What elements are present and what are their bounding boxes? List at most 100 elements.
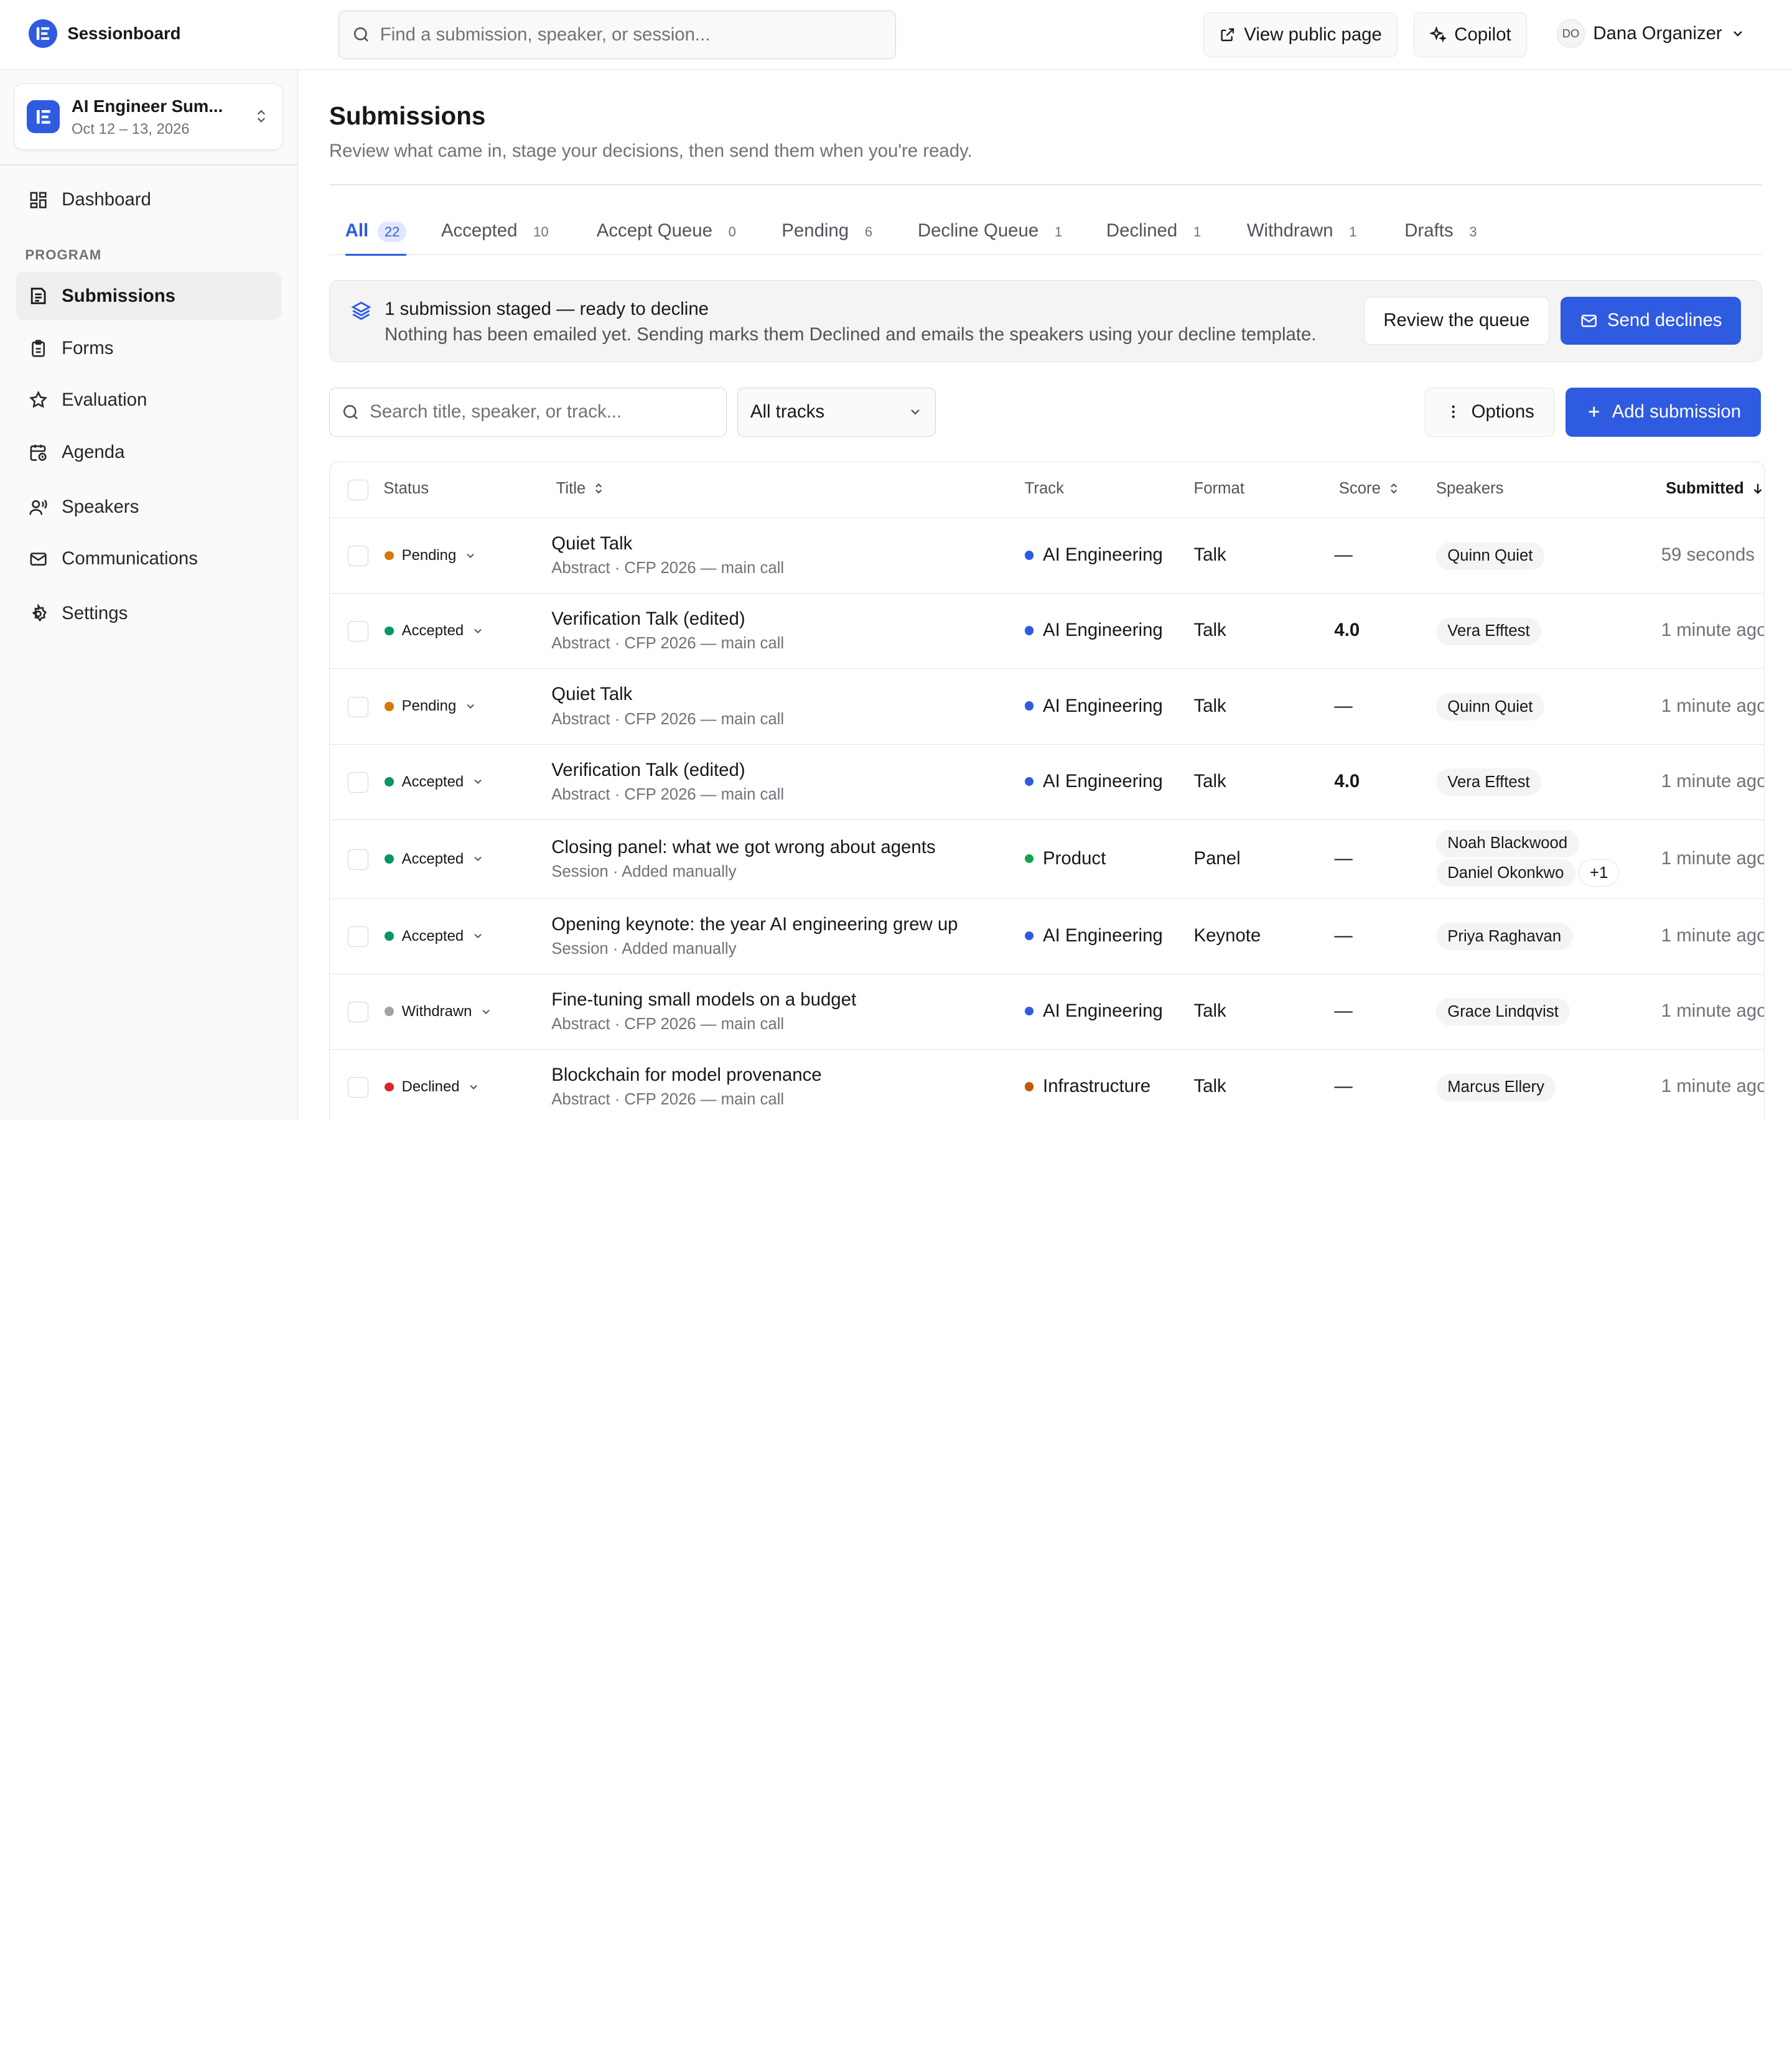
- tab-declined[interactable]: Declined 1: [1106, 209, 1208, 254]
- score-cell: 4.0: [1334, 620, 1360, 641]
- table-row[interactable]: Pending Quiet Talk Abstract · CFP 2026 — m…: [329, 669, 1765, 745]
- score-cell: —: [1334, 1001, 1353, 1022]
- submission-title-link[interactable]: Verification Talk (edited): [551, 609, 745, 630]
- submission-title-link[interactable]: Verification Talk (edited): [551, 760, 745, 781]
- copilot-label: Copilot: [1454, 24, 1511, 45]
- sidebar-item-submissions[interactable]: Submissions: [16, 272, 281, 320]
- row-checkbox[interactable]: [348, 621, 369, 642]
- column-score[interactable]: Score: [1339, 480, 1400, 498]
- sidebar-item-dashboard[interactable]: Dashboard: [16, 176, 281, 224]
- status-label: Declined: [401, 1078, 460, 1095]
- tab-label: Accept Queue: [596, 220, 712, 241]
- status-dot: [385, 551, 394, 561]
- tab-pending[interactable]: Pending 6: [782, 209, 879, 254]
- speaker-chip[interactable]: Marcus Ellery: [1435, 1073, 1556, 1101]
- status-dropdown[interactable]: Withdrawn: [385, 1003, 492, 1020]
- track-filter-select[interactable]: All tracks: [737, 387, 936, 437]
- row-checkbox[interactable]: [348, 849, 369, 870]
- tab-withdrawn[interactable]: Withdrawn 1: [1247, 209, 1364, 254]
- chevron-down-icon: [1733, 31, 1742, 37]
- submission-meta: Session · Added manually: [551, 940, 737, 958]
- tab-accept-queue[interactable]: Accept Queue 0: [597, 209, 743, 254]
- table-row[interactable]: Pending Quiet Talk Abstract · CFP 2026 — m…: [329, 518, 1764, 594]
- select-all-checkbox[interactable]: [348, 479, 369, 500]
- table-row[interactable]: Accepted Closing panel: what we got wrong…: [329, 820, 1764, 899]
- submission-search[interactable]: [329, 387, 727, 437]
- submitted-time: 1 minute ago: [1661, 695, 1765, 716]
- sparkles-icon: [1429, 26, 1447, 43]
- sidebar-item-label: Communications: [62, 548, 198, 569]
- submission-title-link[interactable]: Opening keynote: the year AI engineering…: [551, 914, 958, 935]
- global-search[interactable]: [338, 10, 896, 60]
- speaker-chip[interactable]: Vera Efftest: [1435, 768, 1542, 796]
- column-submitted[interactable]: Submitted: [1666, 480, 1764, 498]
- review-queue-button[interactable]: Review the queue: [1364, 296, 1549, 345]
- table-row[interactable]: Accepted Opening keynote: the year AI eng…: [329, 899, 1764, 974]
- table-row[interactable]: Accepted Verification Talk (edited) Abstra…: [329, 594, 1764, 669]
- sidebar-item-settings[interactable]: Settings: [16, 590, 281, 638]
- brand[interactable]: Sessionboard: [28, 19, 181, 49]
- tab-decline-queue[interactable]: Decline Queue 1: [918, 209, 1069, 254]
- tab-drafts[interactable]: Drafts 3: [1404, 209, 1483, 254]
- status-dropdown[interactable]: Declined: [385, 1078, 480, 1096]
- speaker-chip[interactable]: Noah Blackwood: [1435, 829, 1579, 857]
- event-switcher[interactable]: AI Engineer Sum... Oct 12 – 13, 2026: [14, 83, 284, 150]
- row-checkbox[interactable]: [348, 772, 369, 793]
- send-declines-button[interactable]: Send declines: [1561, 296, 1742, 345]
- row-checkbox[interactable]: [348, 696, 369, 717]
- column-title[interactable]: Title: [556, 480, 605, 498]
- submissions-icon: [30, 287, 46, 304]
- submission-title-link[interactable]: Quiet Talk: [551, 684, 632, 705]
- row-checkbox[interactable]: [348, 1077, 369, 1098]
- top-bar: Sessionboard View public page Copilot DO…: [0, 0, 1792, 70]
- speaker-chip[interactable]: Quinn Quiet: [1435, 542, 1544, 570]
- copilot-button[interactable]: Copilot: [1413, 12, 1527, 57]
- status-dropdown[interactable]: Accepted: [385, 928, 484, 945]
- submission-title-link[interactable]: Fine-tuning small models on a budget: [551, 989, 856, 1010]
- search-icon: [343, 404, 358, 419]
- submission-meta: Abstract · CFP 2026 — main call: [551, 635, 785, 653]
- row-checkbox[interactable]: [348, 1001, 369, 1022]
- sidebar-item-forms[interactable]: Forms: [16, 325, 281, 373]
- options-button[interactable]: Options: [1425, 387, 1554, 437]
- more-vertical-icon: [1452, 406, 1455, 419]
- submission-search-input[interactable]: [370, 401, 713, 423]
- view-public-page-button[interactable]: View public page: [1203, 12, 1398, 57]
- column-speakers: Speakers: [1435, 479, 1504, 497]
- status-dropdown[interactable]: Accepted: [385, 622, 484, 640]
- sidebar-item-communications[interactable]: Communications: [16, 535, 281, 583]
- speaker-chip[interactable]: Quinn Quiet: [1435, 693, 1544, 721]
- speaker-chip[interactable]: Vera Efftest: [1435, 617, 1542, 645]
- sidebar-item-speakers[interactable]: Speakers: [16, 483, 281, 531]
- track-filter-value: All tracks: [750, 401, 825, 422]
- table-row[interactable]: Declined Blockchain for model provenance A…: [330, 1050, 1764, 1120]
- status-dropdown[interactable]: Accepted: [385, 851, 484, 868]
- row-checkbox[interactable]: [348, 546, 369, 567]
- format-cell: Talk: [1193, 1001, 1226, 1022]
- user-menu[interactable]: DO Dana Organizer: [1556, 19, 1745, 49]
- speaker-chip[interactable]: Daniel Okonkwo: [1435, 859, 1575, 887]
- status-dropdown[interactable]: Pending: [385, 697, 477, 715]
- sidebar-item-evaluation[interactable]: Evaluation: [16, 376, 281, 424]
- submission-title-link[interactable]: Closing panel: what we got wrong about a…: [551, 837, 935, 858]
- row-checkbox[interactable]: [348, 926, 369, 947]
- status-dropdown[interactable]: Pending: [385, 547, 477, 564]
- track-label: AI Engineering: [1043, 620, 1163, 641]
- status-dropdown[interactable]: Accepted: [385, 773, 484, 791]
- submission-title-link[interactable]: Quiet Talk: [551, 533, 632, 554]
- score-cell: —: [1334, 544, 1353, 566]
- submission-title-link[interactable]: Blockchain for model provenance: [551, 1065, 821, 1086]
- app-name: Sessionboard: [67, 24, 181, 44]
- add-submission-button[interactable]: Add submission: [1566, 387, 1762, 437]
- tab-accepted[interactable]: Accepted 10: [441, 209, 556, 254]
- speaker-chip[interactable]: Grace Lindqvist: [1435, 998, 1570, 1026]
- table-row[interactable]: Accepted Verification Talk (edited) Abstra…: [329, 745, 1764, 820]
- tab-all[interactable]: All 22: [345, 209, 407, 256]
- sidebar: AI Engineer Sum... Oct 12 – 13, 2026 Das…: [0, 70, 299, 1120]
- more-speakers-chip[interactable]: +1: [1579, 859, 1619, 887]
- submission-meta: Abstract · CFP 2026 — main call: [551, 559, 785, 577]
- sidebar-item-agenda[interactable]: Agenda: [16, 429, 281, 477]
- global-search-input[interactable]: [380, 24, 861, 45]
- table-row[interactable]: Withdrawn Fine-tuning small models on a b…: [329, 974, 1764, 1050]
- speaker-chip[interactable]: Priya Raghavan: [1435, 923, 1573, 951]
